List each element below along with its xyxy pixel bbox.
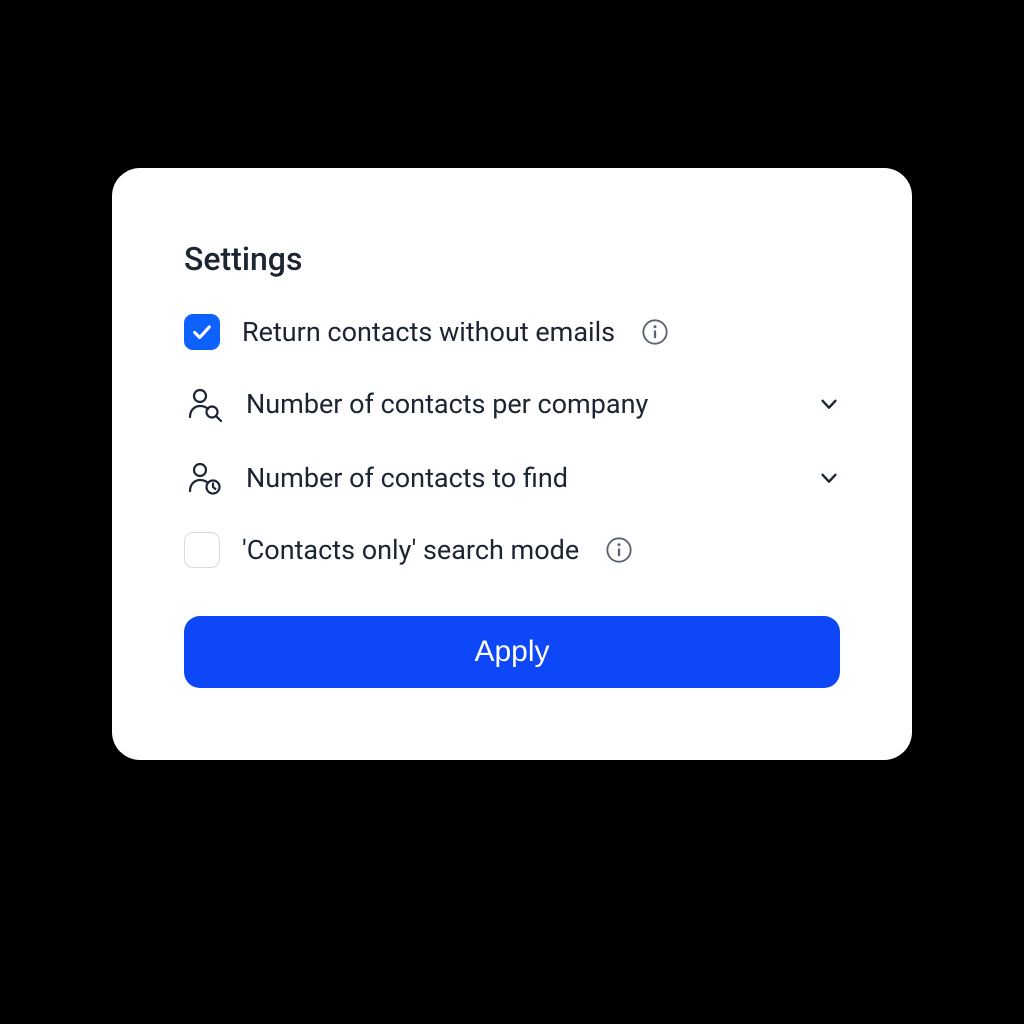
label-contacts-only-mode: 'Contacts only' search mode (242, 534, 579, 566)
option-contacts-per-company[interactable]: Number of contacts per company (184, 384, 840, 424)
label-contacts-to-find: Number of contacts to find (246, 462, 568, 494)
user-clock-icon (184, 458, 224, 498)
option-contacts-to-find[interactable]: Number of contacts to find (184, 458, 840, 498)
apply-button[interactable]: Apply (184, 616, 840, 688)
settings-panel: Settings Return contacts without emails (112, 168, 912, 760)
chevron-down-icon (818, 467, 840, 489)
user-search-icon (184, 384, 224, 424)
label-contacts-per-company: Number of contacts per company (246, 388, 648, 420)
checkbox-return-without-emails[interactable] (184, 314, 220, 350)
checkbox-contacts-only-mode[interactable] (184, 532, 220, 568)
chevron-down-icon (818, 393, 840, 415)
panel-title: Settings (184, 240, 840, 278)
option-contacts-only-mode: 'Contacts only' search mode (184, 532, 840, 568)
check-icon (191, 321, 213, 343)
option-return-without-emails: Return contacts without emails (184, 314, 840, 350)
info-icon[interactable] (605, 536, 633, 564)
label-return-without-emails: Return contacts without emails (242, 316, 615, 348)
apply-button-label: Apply (474, 635, 549, 669)
info-icon[interactable] (641, 318, 669, 346)
